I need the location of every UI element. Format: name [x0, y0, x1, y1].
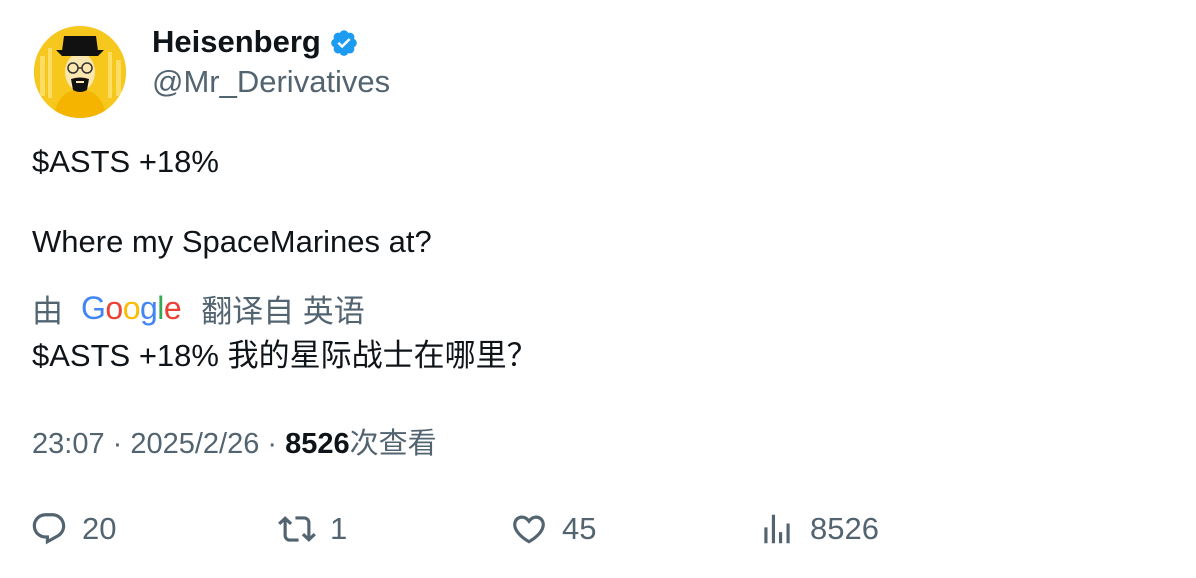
tweet-date[interactable]: 2025/2/26 — [130, 428, 259, 460]
like-button[interactable]: 45 — [510, 510, 596, 548]
heisenberg-avatar-illustration — [34, 26, 126, 118]
google-logo: Google — [81, 289, 182, 326]
author-display-name[interactable]: Heisenberg — [152, 24, 321, 60]
bar-chart-icon — [764, 514, 790, 544]
translation-prefix: 由 — [32, 293, 63, 329]
avatar[interactable] — [34, 26, 126, 118]
translation-attribution: 由 Google 翻译自 英语 — [32, 288, 365, 329]
heart-icon — [513, 515, 545, 544]
view-count-label: 次查看 — [349, 428, 437, 460]
tweet-time[interactable]: 23:07 — [32, 428, 105, 460]
like-count: 45 — [562, 511, 597, 546]
tweet-text: $ASTS +18% Where my SpaceMarines at? — [32, 144, 432, 259]
verified-badge-icon[interactable] — [329, 28, 359, 58]
meta-separator: · — [104, 428, 131, 460]
translation-source-language: 翻译自 英语 — [201, 293, 365, 329]
tweet-meta: 23:07 · 2025/2/26 · 8526次查看 — [32, 424, 437, 464]
translated-tweet-text: $ASTS +18% 我的星际战士在哪里？ — [32, 338, 538, 373]
meta-separator: · — [259, 428, 286, 460]
retweet-button[interactable]: 1 — [278, 510, 347, 548]
retweet-count: 1 — [330, 511, 348, 546]
views-button[interactable]: 8526 — [758, 510, 879, 548]
tweet-actions: 20 1 45 8526 — [30, 510, 1196, 554]
author-handle[interactable]: @Mr_Derivatives — [152, 64, 390, 100]
reply-count: 20 — [82, 511, 117, 546]
retweet-icon — [278, 516, 316, 542]
views-count: 8526 — [810, 511, 879, 546]
author-display-name-row[interactable]: Heisenberg — [152, 24, 359, 60]
view-count: 8526 — [285, 428, 350, 460]
reply-button[interactable]: 20 — [30, 510, 116, 548]
reply-icon — [32, 513, 66, 545]
